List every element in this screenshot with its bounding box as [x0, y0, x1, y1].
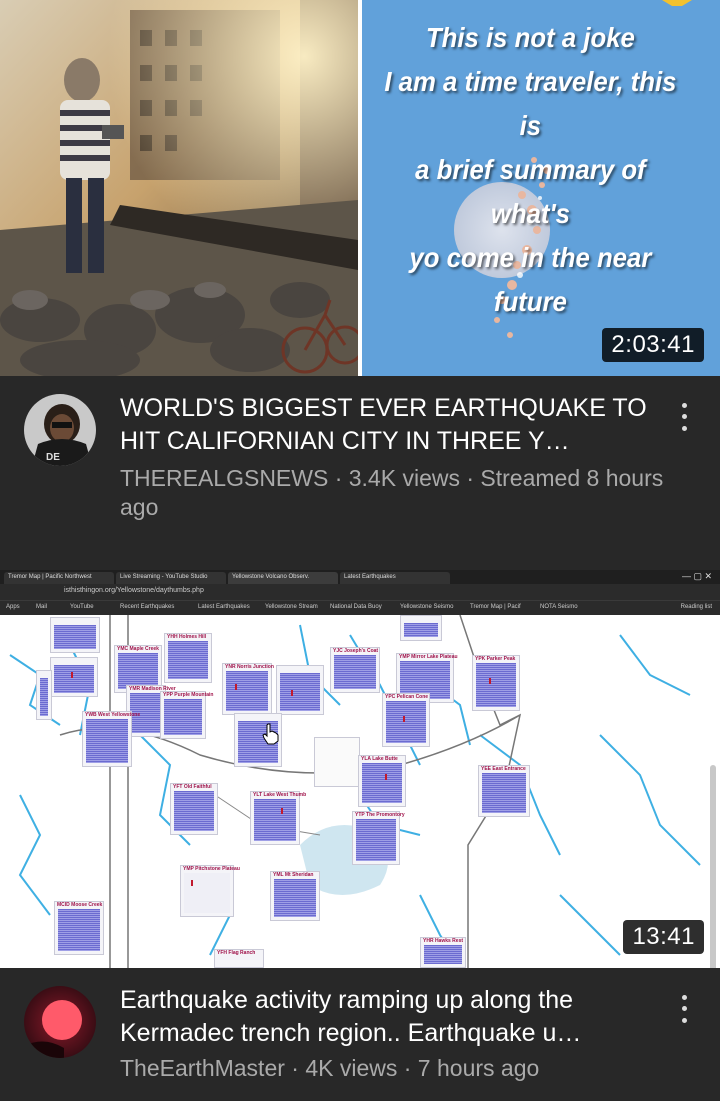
seismo-panel: YEE East Entrance	[478, 765, 530, 817]
bookmark: Recent Earthquakes	[120, 604, 175, 610]
window-controls-icon: — ▢ ✕	[681, 571, 712, 581]
video-meta: DE WORLD'S BIGGEST EVER EARTHQUAKE TO HI…	[0, 376, 720, 570]
seismo-panel	[36, 670, 52, 720]
overlay-line: yo come in the near future	[409, 242, 652, 317]
seismo-panel: YWB West Yellowstone	[82, 711, 140, 767]
bookmark: Yellowstone Seismo	[400, 604, 454, 610]
seismo-panel	[50, 657, 98, 697]
station-label: YWB West Yellowstone	[85, 712, 141, 718]
station-label: YMP Mirror Lake Plateau	[399, 654, 458, 660]
browser-tab: Tremor Map | Pacific Northwest	[4, 572, 114, 584]
more-options-icon[interactable]	[672, 400, 696, 434]
station-label: YPK Parker Peak	[475, 656, 516, 662]
video-subline: THEREALGSNEWS · 3.4K views · Streamed 8 …	[120, 465, 664, 520]
station-label: YFT Old Faithful	[173, 784, 212, 790]
seismo-panel: YNR Norris Junction	[222, 663, 274, 715]
seismo-panel: YJC Joseph's Coat	[330, 647, 380, 693]
video-meta: Earthquake activity ramping up along the…	[0, 968, 720, 1101]
more-options-icon[interactable]	[672, 992, 696, 1026]
browser-tab: Latest Earthquakes	[340, 572, 450, 584]
seismo-panel: YPK Parker Peak	[472, 655, 520, 711]
video-title[interactable]: WORLD'S BIGGEST EVER EARTHQUAKE TO HIT C…	[120, 392, 660, 458]
seismo-panel: YPC Pelican Cone	[382, 693, 430, 747]
bookmark: YouTube	[70, 604, 94, 610]
hand-cursor-icon	[262, 723, 279, 745]
station-label: YML Mt Sheridan	[273, 872, 314, 878]
duration-badge: 2:03:41	[602, 328, 704, 362]
avatar-image: DE	[24, 394, 96, 466]
channel-avatar[interactable]	[24, 986, 96, 1058]
video-card[interactable]: Tremor Map | Pacific Northwest Live Stre…	[0, 570, 720, 1101]
browser-tab-bar: Tremor Map | Pacific Northwest Live Stre…	[0, 570, 720, 584]
scrollbar	[710, 765, 716, 968]
seismo-panel: YFH Flag Ranch	[214, 949, 264, 968]
duration-badge: 13:41	[623, 920, 704, 954]
seismograph-map: YHH Holmes Hill YMC Maple Creek YNR Norr…	[0, 615, 720, 968]
station-label: YEE East Entrance	[481, 766, 526, 772]
video-thumbnail[interactable]: This is not a joke I am a time traveler,…	[0, 0, 720, 376]
reading-list: Reading list	[680, 604, 712, 610]
seismo-panel: YTP The Promontory	[352, 811, 405, 865]
seismo-panel: YFT Old Faithful	[170, 783, 218, 835]
video-card[interactable]: This is not a joke I am a time traveler,…	[0, 0, 720, 570]
seismo-panel: YPP Purple Mountain	[160, 691, 213, 739]
bookmark: National Data Buoy	[330, 604, 382, 610]
channel-avatar[interactable]: DE	[24, 394, 96, 466]
thumbnail-left-image	[0, 0, 358, 376]
station-label: YMP Pitchstone Plateau	[183, 866, 240, 872]
video-subline: TheEarthMaster · 4K views · 7 hours ago	[120, 1055, 540, 1081]
thumbnail-overlay-text: This is not a joke I am a time traveler,…	[374, 16, 687, 324]
browser-address-bar: isthisthingon.org/Yellowstone/daythumbs.…	[0, 584, 720, 600]
bookmark: NOTA Seismo	[540, 604, 578, 610]
seismo-panel	[50, 617, 100, 653]
station-label: YHR Hawks Rest	[423, 938, 464, 944]
seismo-panel: YLA Lake Butte	[358, 755, 406, 807]
station-label: YMC Maple Creek	[117, 646, 159, 652]
bookmark: Yellowstone Stream	[265, 604, 318, 610]
bookmark: Latest Earthquakes	[198, 604, 250, 610]
bookmark: Tremor Map | Pacif	[470, 604, 521, 610]
station-label: YLA Lake Butte	[361, 756, 398, 762]
overlay-line: a brief summary of what's	[415, 154, 646, 229]
station-label: YFH Flag Ranch	[217, 950, 256, 956]
video-thumbnail[interactable]: Tremor Map | Pacific Northwest Live Stre…	[0, 570, 720, 968]
station-label: YHH Holmes Hill	[167, 634, 207, 640]
seismo-panel	[276, 665, 324, 715]
seismo-panel	[314, 737, 360, 787]
browser-tab: Yellowstone Volcano Observ.	[228, 572, 338, 584]
seismo-panel: YML Mt Sheridan	[270, 871, 320, 921]
seismo-panel: MCID Moose Creek	[54, 901, 104, 955]
seismo-panel: YHH Holmes Hill	[164, 633, 212, 683]
seismo-panel	[400, 615, 442, 641]
seismo-panel: YMP Pitchstone Plateau	[180, 865, 240, 917]
station-label: YPP Purple Mountain	[163, 692, 214, 698]
avatar-text: DE	[46, 452, 60, 463]
avatar-image	[24, 986, 96, 1058]
browser-tab: Live Streaming - YouTube Studio	[116, 572, 226, 584]
browser-url: isthisthingon.org/Yellowstone/daythumbs.…	[64, 587, 204, 594]
station-label: YNR Norris Junction	[225, 664, 274, 670]
browser-bookmarks-bar: Apps Mail YouTube Recent Earthquakes Lat…	[0, 600, 720, 615]
overlay-line: This is not a joke	[425, 22, 635, 53]
browser-screenshot: Tremor Map | Pacific Northwest Live Stre…	[0, 570, 720, 968]
station-label: YLT Lake West Thumb	[253, 792, 307, 798]
bookmark: Mail	[36, 604, 48, 610]
overlay-line: I am a time traveler, this is	[384, 66, 677, 141]
station-label: YTP The Promontory	[355, 812, 405, 818]
video-title[interactable]: Earthquake activity ramping up along the…	[120, 984, 660, 1050]
bookmark: Apps	[6, 604, 20, 610]
station-label: YJC Joseph's Coat	[333, 648, 379, 654]
seismo-panel: YHR Hawks Rest	[420, 937, 466, 968]
seismo-panel: YLT Lake West Thumb	[250, 791, 306, 845]
station-label: MCID Moose Creek	[57, 902, 103, 908]
station-label: YPC Pelican Cone	[385, 694, 429, 700]
